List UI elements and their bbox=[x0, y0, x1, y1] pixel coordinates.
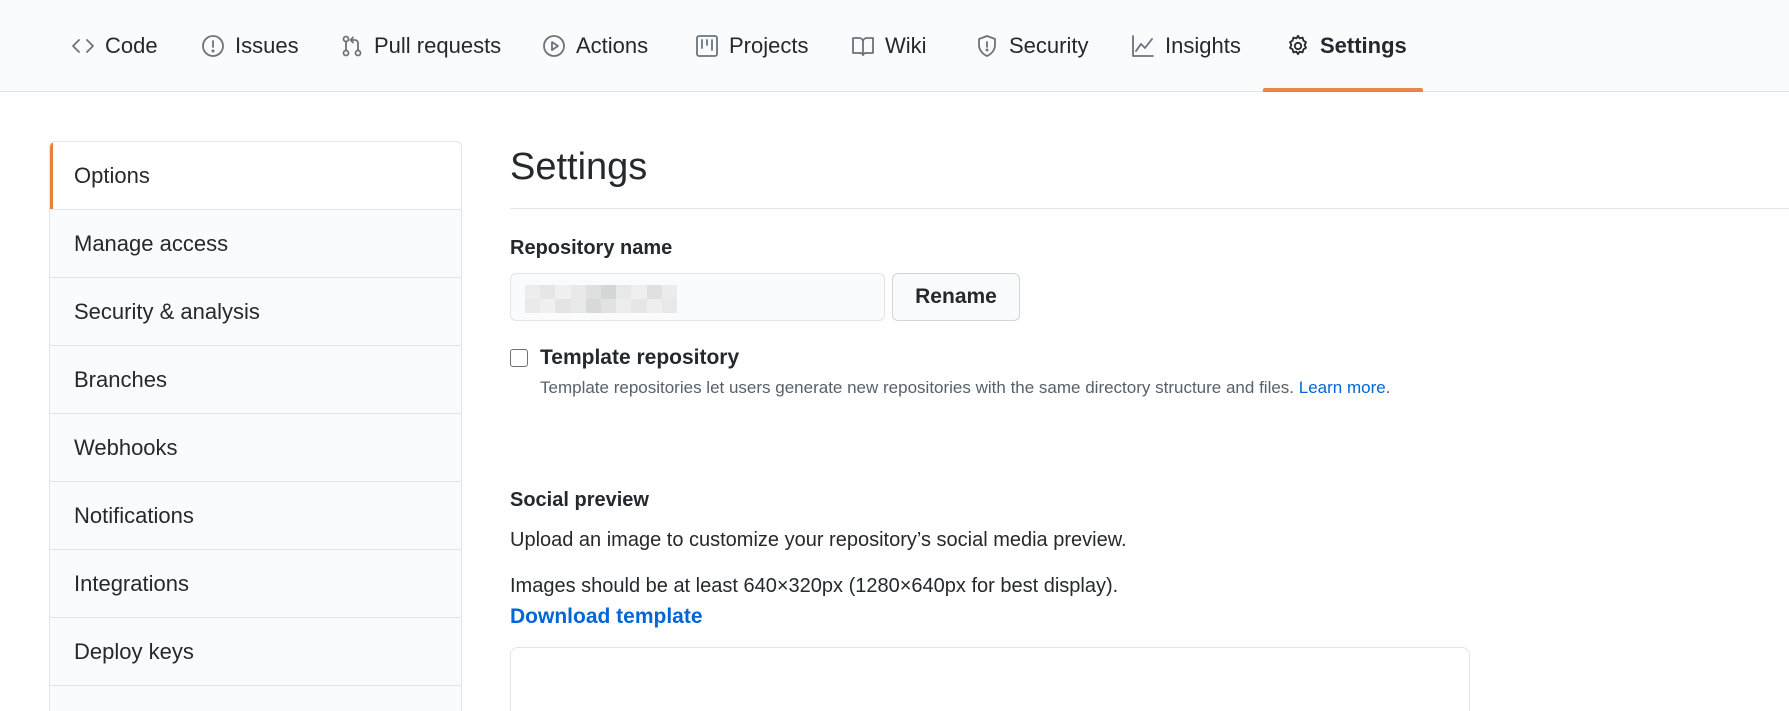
gear-icon bbox=[1289, 34, 1307, 56]
template-repository-checkbox[interactable] bbox=[510, 349, 528, 367]
sidebar-item-options[interactable]: Options bbox=[50, 142, 461, 210]
tab-pull-requests[interactable]: Pull requests bbox=[340, 0, 501, 92]
sidebar-item-label: Webhooks bbox=[74, 434, 178, 460]
sidebar-item-integrations[interactable]: Integrations bbox=[50, 550, 461, 618]
sidebar-item-manage-access[interactable]: Manage access bbox=[50, 210, 461, 278]
sidebar-item-label: Deploy keys bbox=[74, 638, 194, 664]
tab-label: Security bbox=[1009, 33, 1089, 58]
sidebar-item-branches[interactable]: Branches bbox=[50, 346, 461, 414]
shield-icon bbox=[978, 35, 996, 57]
tab-actions[interactable]: Actions bbox=[542, 0, 648, 92]
social-preview-description: Upload an image to customize your reposi… bbox=[510, 529, 1127, 551]
pull-request-icon bbox=[342, 35, 362, 57]
tab-label: Code bbox=[105, 33, 158, 58]
sidebar-item-label: Notifications bbox=[74, 502, 194, 528]
social-preview-heading: Social preview bbox=[510, 489, 649, 511]
tab-label: Projects bbox=[729, 33, 809, 58]
template-repository-label: Template repository bbox=[540, 346, 740, 369]
tab-label: Settings bbox=[1320, 33, 1407, 58]
divider bbox=[510, 208, 1789, 209]
redacted-repo-name bbox=[525, 285, 677, 313]
tab-label: Insights bbox=[1165, 33, 1241, 58]
template-description-text: Template repositories let users generate… bbox=[540, 378, 1295, 397]
sidebar-item-notifications[interactable]: Notifications bbox=[50, 482, 461, 550]
code-icon bbox=[72, 39, 94, 53]
social-preview-size-note: Images should be at least 640×320px (128… bbox=[510, 575, 1119, 597]
sidebar-item-security-analysis[interactable]: Security & analysis bbox=[50, 278, 461, 346]
tab-wiki[interactable]: Wiki bbox=[851, 0, 927, 92]
play-icon bbox=[543, 35, 565, 57]
tab-security[interactable]: Security bbox=[975, 0, 1088, 92]
tab-insights[interactable]: Insights bbox=[1131, 0, 1241, 92]
sidebar-item-label: Integrations bbox=[74, 570, 189, 596]
repo-nav: Code Issues Pull requests Actions Projec… bbox=[0, 0, 1789, 92]
tab-label: Actions bbox=[576, 33, 649, 58]
tab-projects[interactable]: Projects bbox=[695, 0, 808, 92]
book-icon bbox=[852, 37, 874, 56]
sidebar-item-label: Branches bbox=[74, 366, 167, 392]
repo-name-label: Repository name bbox=[510, 237, 673, 259]
template-repository-description: Template repositories let users generate… bbox=[540, 378, 1390, 398]
tab-issues[interactable]: Issues bbox=[201, 0, 299, 92]
settings-sidebar: Options Manage access Security & analysi… bbox=[49, 141, 462, 711]
social-preview-dropzone[interactable] bbox=[510, 647, 1470, 711]
tab-code[interactable]: Code bbox=[71, 0, 158, 92]
period: . bbox=[1385, 378, 1391, 397]
sidebar-item-label: Security & analysis bbox=[74, 298, 260, 324]
download-template-link[interactable]: Download template bbox=[510, 605, 703, 629]
sidebar-item-label: Options bbox=[74, 162, 150, 188]
tab-settings[interactable]: Settings bbox=[1286, 0, 1407, 92]
project-icon bbox=[696, 35, 718, 57]
issue-icon bbox=[202, 35, 224, 57]
tab-label: Wiki bbox=[885, 33, 927, 58]
sidebar-item-deploy-keys[interactable]: Deploy keys bbox=[50, 618, 461, 686]
sidebar-item-webhooks[interactable]: Webhooks bbox=[50, 414, 461, 482]
active-tab-indicator bbox=[1263, 88, 1423, 92]
rename-button[interactable]: Rename bbox=[892, 273, 1020, 321]
graph-icon bbox=[1132, 35, 1154, 57]
tab-label: Issues bbox=[235, 33, 299, 58]
tab-label: Pull requests bbox=[374, 33, 502, 58]
page-title: Settings bbox=[510, 146, 648, 188]
learn-more-link[interactable]: Learn more bbox=[1299, 378, 1386, 397]
sidebar-item-label: Manage access bbox=[74, 230, 229, 256]
